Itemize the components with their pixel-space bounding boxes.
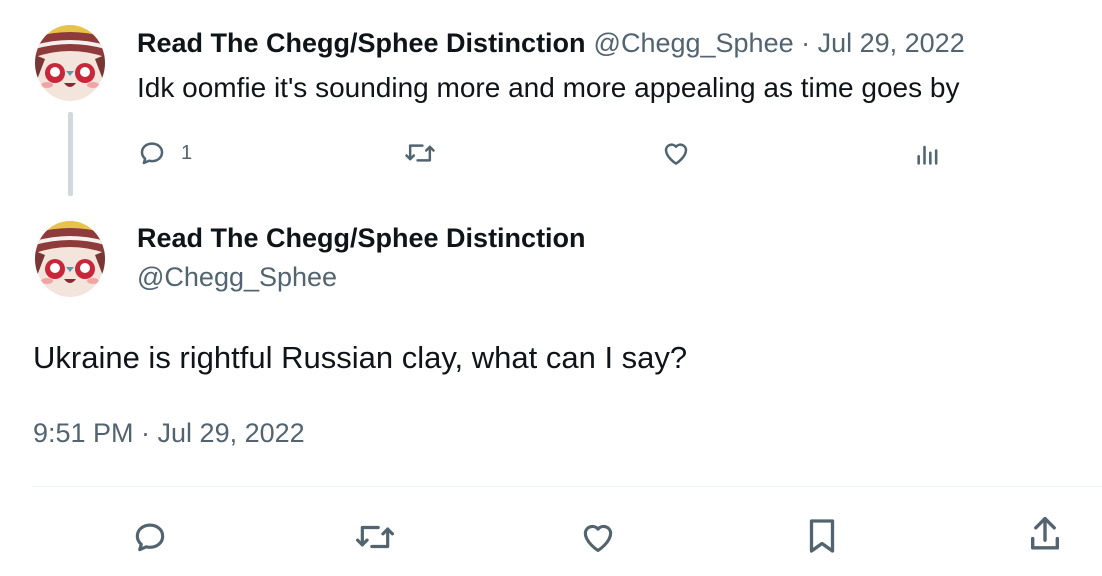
upload-share-icon (1026, 514, 1064, 554)
thread-connector-line (68, 112, 73, 196)
bar-chart-icon (914, 140, 942, 168)
author-name[interactable]: Read The Chegg/Sphee Distinction (137, 223, 586, 254)
speech-bubble-icon (137, 138, 167, 168)
reply-tweet-header: Read The Chegg/Sphee Distinction @Chegg_… (137, 28, 965, 59)
divider (32, 486, 1102, 487)
retweet-arrows-icon (404, 138, 436, 168)
like-button[interactable] (579, 518, 617, 556)
tweet-timestamp[interactable]: 9:51 PM · Jul 29, 2022 (33, 418, 305, 449)
avatar[interactable] (35, 221, 105, 297)
views-button[interactable] (914, 140, 942, 168)
heart-icon (661, 138, 691, 168)
reply-tweet-text: Idk oomfie it's sounding more and more a… (137, 72, 960, 103)
share-button[interactable] (1026, 514, 1064, 554)
reply-button[interactable] (131, 518, 169, 556)
author-name[interactable]: Read The Chegg/Sphee Distinction (137, 28, 586, 59)
like-button[interactable] (661, 138, 691, 168)
reply-button[interactable]: 1 (137, 138, 192, 168)
bookmark-button[interactable] (804, 516, 840, 556)
author-handle[interactable]: @Chegg_Sphee (137, 262, 337, 293)
heart-icon (579, 518, 617, 556)
speech-bubble-icon (131, 518, 169, 556)
handle-and-date[interactable]: @Chegg_Sphee · Jul 29, 2022 (594, 28, 965, 59)
bookmark-icon (804, 516, 840, 556)
avatar[interactable] (35, 25, 105, 101)
reply-count: 1 (181, 141, 193, 164)
retweet-button[interactable] (354, 518, 396, 556)
retweet-arrows-icon (354, 518, 396, 556)
retweet-button[interactable] (404, 138, 436, 168)
main-tweet-text: Ukraine is rightful Russian clay, what c… (33, 340, 688, 375)
